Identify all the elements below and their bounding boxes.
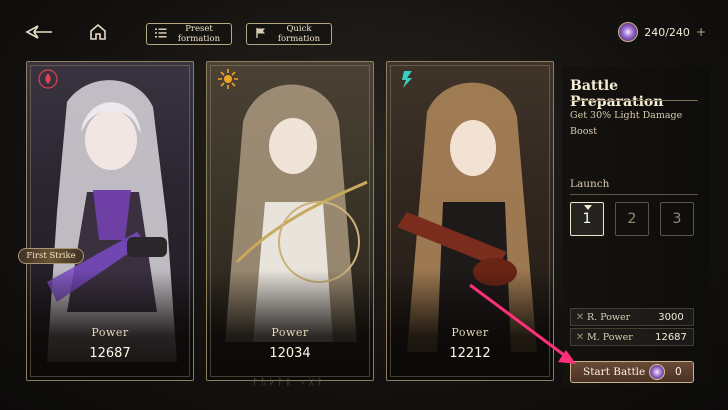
top-bar: Preset formation Quick formation 240/240… xyxy=(0,0,728,60)
preset-formation-button[interactable]: Preset formation xyxy=(146,23,232,45)
power-value: 12034 xyxy=(269,346,311,361)
character-card-3[interactable]: Power 12212 xyxy=(386,61,554,381)
list-icon xyxy=(155,28,167,41)
start-battle-label: Start Battle xyxy=(583,366,646,378)
divider xyxy=(570,194,698,195)
fire-element-icon xyxy=(37,68,59,90)
stamina-counter: 240/240 + xyxy=(618,20,706,44)
r-power-row: ✕ R. Power 3000 xyxy=(570,308,694,326)
light-element-icon xyxy=(217,68,239,90)
first-strike-badge: First Strike xyxy=(18,248,84,264)
decorative-rune-strip: ᚠᚢᚦᚨᚱ ᚲᚷᚹ xyxy=(252,378,326,388)
power-label: Power xyxy=(451,326,489,339)
start-battle-button[interactable]: Start Battle 0 xyxy=(570,361,694,383)
back-arrow-icon[interactable] xyxy=(24,22,54,42)
stamina-orb-icon xyxy=(618,22,639,42)
quick-formation-button[interactable]: Quick formation xyxy=(246,23,332,45)
m-power-value: 12687 xyxy=(655,331,687,343)
panel-title: Battle Preparation xyxy=(570,78,664,110)
stamina-orb-icon xyxy=(649,364,665,380)
character-card-1[interactable]: Power 12687 xyxy=(26,61,194,381)
crossed-swords-icon: ✕ xyxy=(575,331,585,343)
stamina-cost: 0 xyxy=(675,366,682,378)
wind-element-icon xyxy=(397,68,419,90)
power-label: Power xyxy=(91,326,129,339)
preset-formation-label: Preset formation xyxy=(177,24,221,44)
flag-icon xyxy=(255,27,267,42)
power-label: Power xyxy=(271,326,309,339)
launch-slot-1[interactable]: 1 xyxy=(570,202,604,236)
character-card-2[interactable]: Power 12034 xyxy=(206,61,374,381)
power-value: 12212 xyxy=(449,346,491,361)
power-value: 12687 xyxy=(89,346,131,361)
m-power-label: M. Power xyxy=(587,331,633,343)
r-power-label: R. Power xyxy=(587,311,631,323)
launch-slot-2[interactable]: 2 xyxy=(615,202,649,236)
battle-preparation-panel: Battle Preparation Get 30% Light Damage … xyxy=(562,66,710,386)
home-icon[interactable] xyxy=(88,22,108,42)
quick-formation-label: Quick formation xyxy=(277,24,321,44)
launch-label: Launch xyxy=(570,178,610,190)
add-stamina-button[interactable]: + xyxy=(696,25,706,39)
launch-slot-3[interactable]: 3 xyxy=(660,202,694,236)
crossed-swords-icon: ✕ xyxy=(575,311,585,323)
stamina-value: 240/240 xyxy=(644,25,690,39)
r-power-value: 3000 xyxy=(658,311,684,323)
buff-description: Get 30% Light Damage Boost xyxy=(570,110,683,137)
divider xyxy=(570,100,698,101)
m-power-row: ✕ M. Power 12687 xyxy=(570,328,694,346)
